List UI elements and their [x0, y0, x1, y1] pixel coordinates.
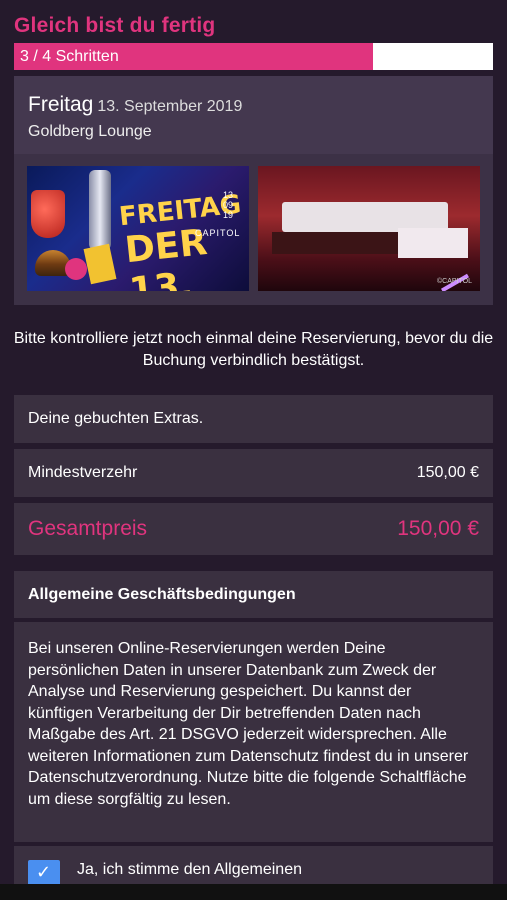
- terms-consent-row[interactable]: ✓ Ja, ich stimme den Allgemeinen: [14, 846, 493, 886]
- progress-label: 3 / 4 Schritten: [20, 48, 119, 65]
- progress-bar: 3 / 4 Schritten: [14, 43, 493, 70]
- minimum-spend-label: Mindestverzehr: [28, 464, 138, 481]
- page-title: Gleich bist du fertig: [14, 14, 216, 37]
- extras-row: Deine gebuchten Extras.: [14, 395, 493, 443]
- terms-consent-checkbox[interactable]: ✓: [28, 860, 60, 886]
- total-price-row: Gesamtpreis 150,00 €: [14, 503, 493, 555]
- event-date: 13. September 2019: [97, 98, 243, 115]
- total-price-value: 150,00 €: [397, 517, 479, 540]
- lounge-photo[interactable]: ©CAPITOL: [258, 166, 480, 291]
- minimum-spend-value: 150,00 €: [416, 464, 479, 481]
- event-day-line: Freitag 13. September 2019: [28, 93, 242, 117]
- flyer-date-year: 19: [223, 210, 234, 220]
- system-navigation-bar: [0, 884, 507, 900]
- minimum-spend-row: Mindestverzehr 150,00 €: [14, 449, 493, 497]
- terms-heading-row: Allgemeine Geschäftsbedingungen: [14, 571, 493, 618]
- terms-heading: Allgemeine Geschäftsbedingungen: [28, 586, 296, 603]
- extras-label: Deine gebuchten Extras.: [28, 410, 204, 427]
- flyer-date-month: 09: [223, 200, 234, 210]
- flyer-box-graphic: [83, 243, 117, 285]
- terms-text: Bei unseren Online-Reservierungen werden…: [28, 640, 469, 808]
- terms-body: Bei unseren Online-Reservierungen werden…: [14, 622, 493, 842]
- flyer-date-day: 13: [223, 190, 234, 200]
- photo-credit: ©CAPITOL: [437, 278, 472, 285]
- event-header: Freitag 13. September 2019 Goldberg Loung…: [14, 76, 493, 154]
- flyer-dates: 13 09 19: [223, 190, 233, 220]
- terms-consent-label: Ja, ich stimme den Allgemeinen: [77, 861, 302, 878]
- review-notice: Bitte kontrolliere jetzt noch einmal dei…: [13, 330, 494, 369]
- flyer-brand: CAPITOL: [195, 228, 241, 238]
- total-price-label: Gesamtpreis: [28, 517, 148, 540]
- bottle-graphic: [89, 170, 111, 250]
- event-flyer-image[interactable]: FREITAG DER 13. CAPITOL 13 09 19: [27, 166, 249, 291]
- event-day: Freitag: [28, 93, 94, 116]
- check-icon: ✓: [36, 862, 52, 882]
- flyer-badge-graphic: [65, 258, 87, 280]
- sofa-side-graphic: [398, 228, 468, 258]
- cocktail-glass-graphic: [31, 190, 65, 238]
- event-card: Freitag 13. September 2019 Goldberg Loung…: [14, 76, 493, 305]
- event-venue: Goldberg Lounge: [28, 123, 152, 140]
